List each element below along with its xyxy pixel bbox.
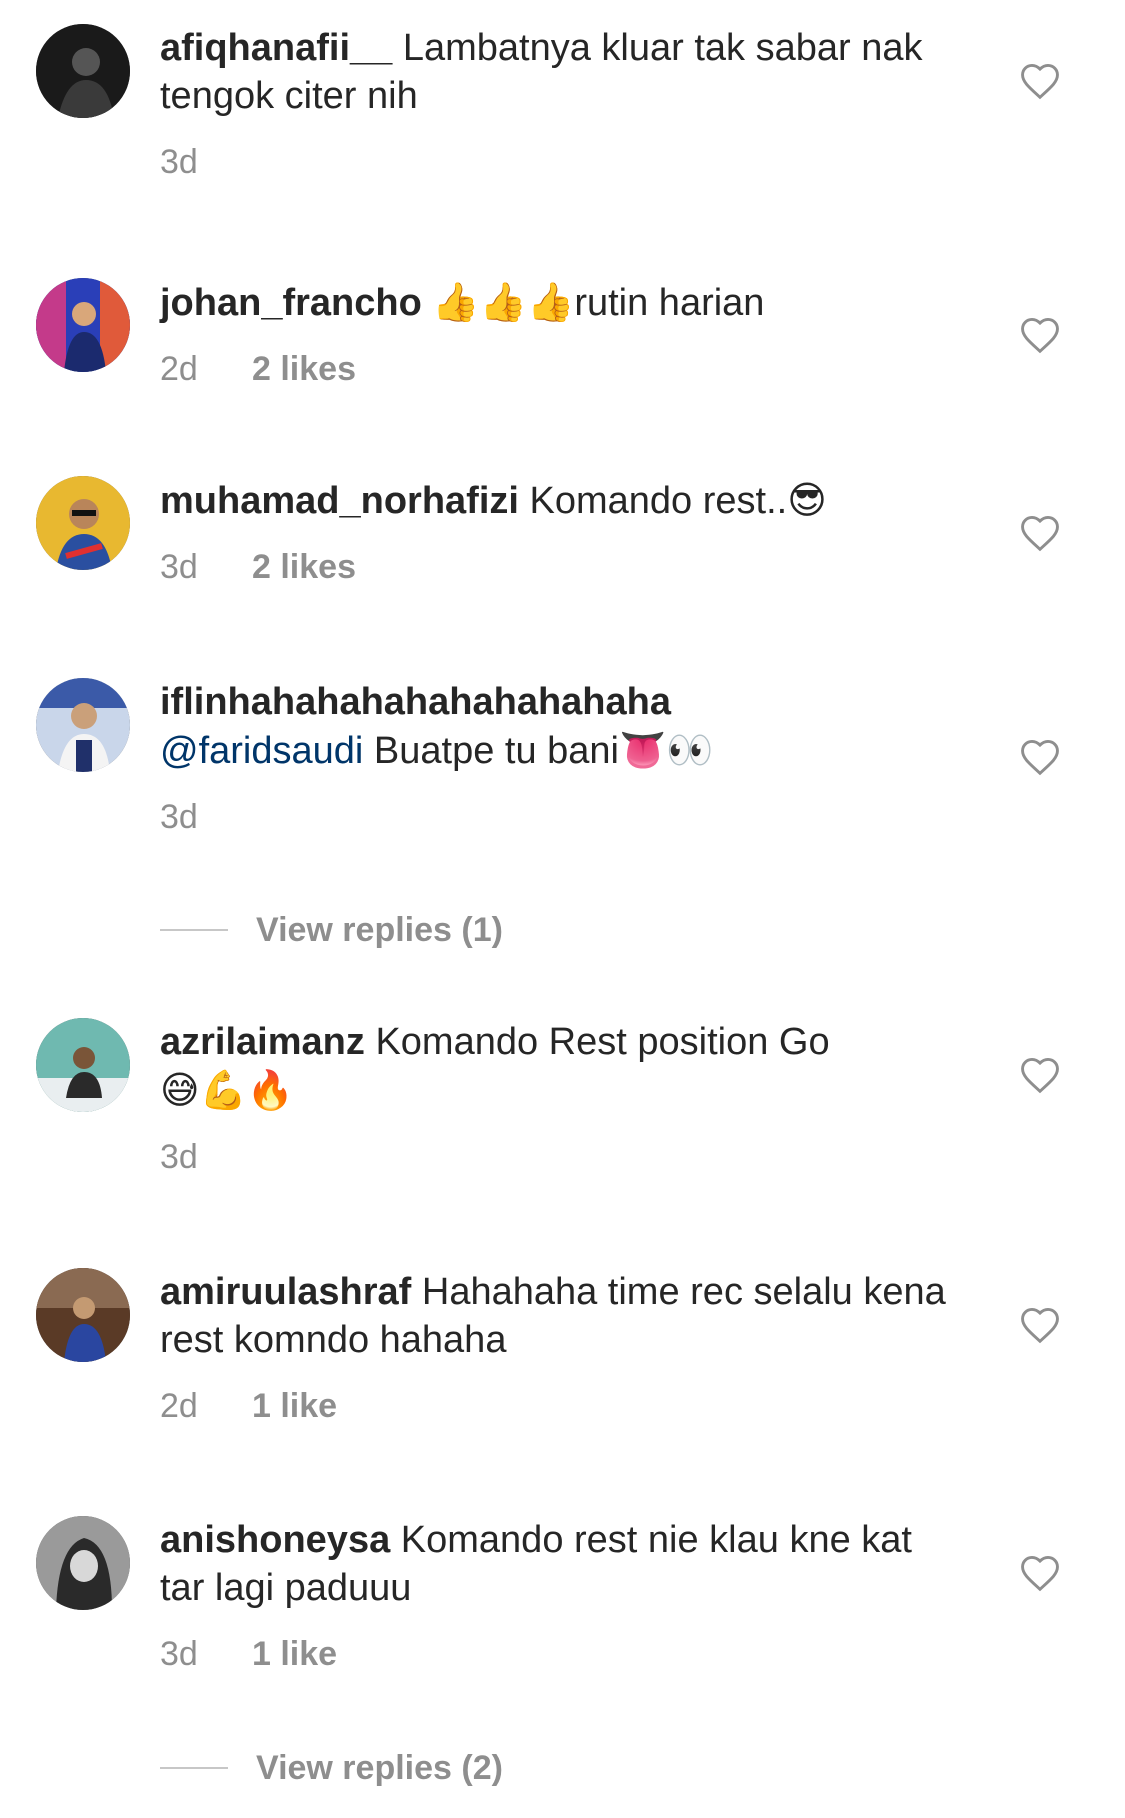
divider-line	[160, 929, 228, 931]
comment-username[interactable]: iflinhahahahahahahahahaha	[160, 681, 671, 723]
view-replies-button[interactable]: View replies (1)	[160, 910, 503, 950]
comment-body: Buatpe tu bani	[373, 730, 619, 772]
avatar[interactable]	[36, 1268, 130, 1362]
comment-likes[interactable]: 2 likes	[252, 547, 356, 587]
comment-username[interactable]: azrilaimanz	[160, 1021, 365, 1063]
comment-likes[interactable]: 1 like	[252, 1386, 337, 1426]
comment-username[interactable]: johan_francho	[160, 282, 422, 324]
comment-username[interactable]: amiruulashraf	[160, 1271, 411, 1313]
comment-body: Komando rest..	[529, 480, 788, 522]
sweat-muscle-fire-emoji: 😅💪🔥	[160, 1068, 295, 1112]
comment-username[interactable]: muhamad_norhafizi	[160, 480, 519, 522]
comment-meta: 3d	[160, 1137, 960, 1177]
view-replies-label: View replies (1)	[256, 911, 503, 949]
tongue-eyes-emoji: 👅👀	[619, 728, 714, 772]
comment-username[interactable]: afiqhanafii__	[160, 27, 392, 69]
thumbs-up-emoji: 👍👍👍	[432, 280, 575, 324]
comment-body: rutin harian	[574, 282, 765, 324]
comment-meta: 3d 1 like	[160, 1634, 960, 1674]
comment-time: 3d	[160, 1138, 198, 1176]
comment-meta: 3d	[160, 797, 960, 837]
comment-username[interactable]: anishoneysa	[160, 1519, 390, 1561]
heart-icon[interactable]	[1018, 1304, 1062, 1344]
sunglasses-emoji: 😎	[787, 478, 827, 522]
view-replies-button[interactable]: View replies (2)	[160, 1748, 503, 1788]
comment-time: 2d	[160, 350, 198, 388]
comment-text: afiqhanafii__ Lambatnya kluar tak sabar …	[160, 24, 960, 120]
comment-text: azrilaimanz Komando Rest position Go 😅💪🔥	[160, 1018, 960, 1115]
avatar[interactable]	[36, 278, 130, 372]
comment-time: 3d	[160, 548, 198, 586]
comment-text: muhamad_norhafizi Komando rest..😎	[160, 476, 960, 525]
avatar[interactable]	[36, 1516, 130, 1610]
avatar[interactable]	[36, 24, 130, 118]
comment-text: anishoneysa Komando rest nie klau kne ka…	[160, 1516, 960, 1612]
comment-meta: 2d 2 likes	[160, 349, 960, 389]
comment-text: amiruulashraf Hahahaha time rec selalu k…	[160, 1268, 960, 1364]
heart-icon[interactable]	[1018, 314, 1062, 354]
comment-time: 3d	[160, 798, 198, 836]
heart-icon[interactable]	[1018, 1054, 1062, 1094]
comment-meta: 3d	[160, 142, 960, 182]
view-replies-label: View replies (2)	[256, 1749, 503, 1787]
comment-likes[interactable]: 1 like	[252, 1634, 337, 1674]
comment-meta: 2d 1 like	[160, 1386, 960, 1426]
heart-icon[interactable]	[1018, 512, 1062, 552]
heart-icon[interactable]	[1018, 1552, 1062, 1592]
avatar[interactable]	[36, 476, 130, 570]
comment-likes[interactable]: 2 likes	[252, 349, 356, 389]
comments-list: afiqhanafii__ Lambatnya kluar tak sabar …	[0, 0, 1125, 1818]
avatar[interactable]	[36, 678, 130, 772]
avatar[interactable]	[36, 1018, 130, 1112]
comment-time: 3d	[160, 143, 198, 181]
comment-body: Komando Rest position Go	[375, 1021, 830, 1063]
heart-icon[interactable]	[1018, 60, 1062, 100]
comment-text: iflinhahahahahahahahahaha @faridsaudi Bu…	[160, 678, 960, 775]
comment-meta: 3d 2 likes	[160, 547, 960, 587]
comment-text: johan_francho 👍👍👍rutin harian	[160, 278, 960, 327]
divider-line	[160, 1767, 228, 1769]
heart-icon[interactable]	[1018, 736, 1062, 776]
comment-time: 3d	[160, 1635, 198, 1673]
comment-time: 2d	[160, 1387, 198, 1425]
mention-link[interactable]: @faridsaudi	[160, 730, 363, 772]
